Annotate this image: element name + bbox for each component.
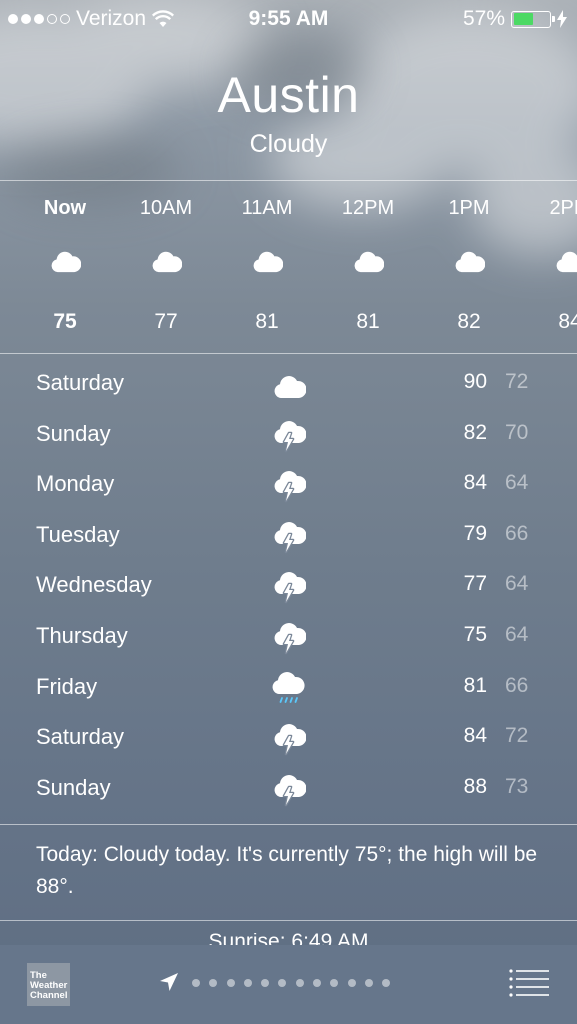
page-dot[interactable] [347,979,356,987]
thunderstorm-icon [272,419,307,453]
hourly-temp: 81 [255,310,279,333]
status-bar: Verizon 9:55 AM 57% [0,0,577,38]
cloud-icon [150,248,183,274]
divider [0,920,577,921]
day-name: Tuesday [36,521,120,547]
page-dot[interactable] [295,979,304,987]
daily-row: Wednesday 77 64 [0,562,577,612]
low-temp: 64 [505,572,529,596]
battery-percent: 57% [462,7,505,30]
daily-row: Saturday 90 72 [0,360,577,410]
current-condition: Cloudy [249,130,328,158]
high-temp: 82 [463,420,487,444]
low-temp: 70 [505,420,529,444]
high-temp: 84 [463,471,487,495]
weather-channel-logo-text: The Weather Channel [30,970,68,1001]
weather-channel-logo[interactable]: The Weather Channel [27,963,70,1006]
daily-row: Monday 84 64 [0,461,577,511]
hourly-temp: 82 [457,310,481,333]
high-temp: 81 [463,673,487,697]
page-dot[interactable] [364,979,373,987]
day-name: Wednesday [36,572,152,598]
high-temp: 88 [463,774,487,798]
location-arrow-icon[interactable] [158,971,180,993]
city-list-icon[interactable] [509,968,549,998]
page-indicator[interactable] [192,979,391,987]
thunderstorm-icon [272,722,307,756]
rain-icon [272,671,306,706]
daily-row: Sunday 88 73 [0,765,577,815]
divider [0,180,577,181]
city-name: Austin [217,67,360,123]
day-name: Sunday [36,420,111,446]
low-temp: 72 [505,724,529,748]
low-temp: 66 [505,673,529,697]
hourly-temp: 81 [356,310,380,333]
sunrise-label: Sunrise: 6:49 AM [208,933,369,945]
daily-row: Friday 81 66 [0,664,577,714]
battery-fill [513,13,534,25]
page-dot[interactable] [382,979,391,987]
divider [0,824,577,825]
cloud-icon [251,248,284,274]
thunderstorm-icon [272,469,307,503]
thunderstorm-icon [272,621,307,655]
page-dot[interactable] [330,979,339,987]
cloud-icon [554,248,577,274]
hourly-time: 10AM [139,197,193,219]
daily-row: Saturday 84 72 [0,714,577,764]
cloud-icon [49,248,82,274]
page-dot[interactable] [313,979,322,987]
hourly-time: Now [43,197,87,219]
high-temp: 90 [463,370,487,393]
low-temp: 64 [505,623,529,646]
battery-icon [511,10,555,28]
charging-bolt-icon [557,10,567,28]
cloud-icon [272,368,307,402]
daily-row: Tuesday 79 66 [0,512,577,562]
page-dot[interactable] [261,979,270,987]
day-name: Monday [36,471,115,497]
page-dot[interactable] [243,979,252,987]
divider [0,353,577,354]
thunderstorm-icon [272,773,307,807]
day-name: Saturday [36,724,125,750]
cloud-icon [453,248,486,274]
hourly-temp: 84 [558,310,577,333]
day-name: Thursday [36,623,128,648]
day-name: Saturday [36,370,125,395]
low-temp: 73 [505,774,529,798]
hourly-time: 12PM [341,197,395,219]
day-name: Sunday [36,774,111,800]
hourly-forecast[interactable]: Now 75 10AM 77 11AM 81 12PM 81 1PM 82 2PM 84 [0,182,577,352]
low-temp: 72 [505,370,529,393]
daily-row: Sunday 82 70 [0,411,577,461]
hourly-temp: 75 [53,310,77,333]
bottom-toolbar: The Weather Channel [0,945,577,1024]
status-right: 57% [463,7,567,31]
page-dot[interactable] [226,979,235,987]
high-temp: 79 [463,521,487,545]
today-summary: Today: Cloudy today. It's currently 75°;… [36,843,538,898]
hourly-time: 11AM [241,197,293,219]
page-dot[interactable] [278,979,287,987]
thunderstorm-icon [272,570,307,604]
sunrise-row: Sunrise: 6:49 AM [0,933,577,945]
high-temp: 77 [463,572,487,596]
low-temp: 66 [505,521,529,545]
page-dot[interactable] [192,979,200,987]
low-temp: 64 [505,471,529,495]
cloud-icon [352,248,385,274]
day-name: Friday [36,673,98,699]
high-temp: 84 [463,724,487,748]
page-dot[interactable] [209,979,218,987]
hourly-temp: 77 [154,310,178,333]
hourly-time: 1PM [448,197,490,219]
high-temp: 75 [463,623,487,646]
daily-row: Thursday 75 64 [0,613,577,663]
thunderstorm-icon [272,520,307,554]
hourly-time: 2PM [549,197,577,219]
